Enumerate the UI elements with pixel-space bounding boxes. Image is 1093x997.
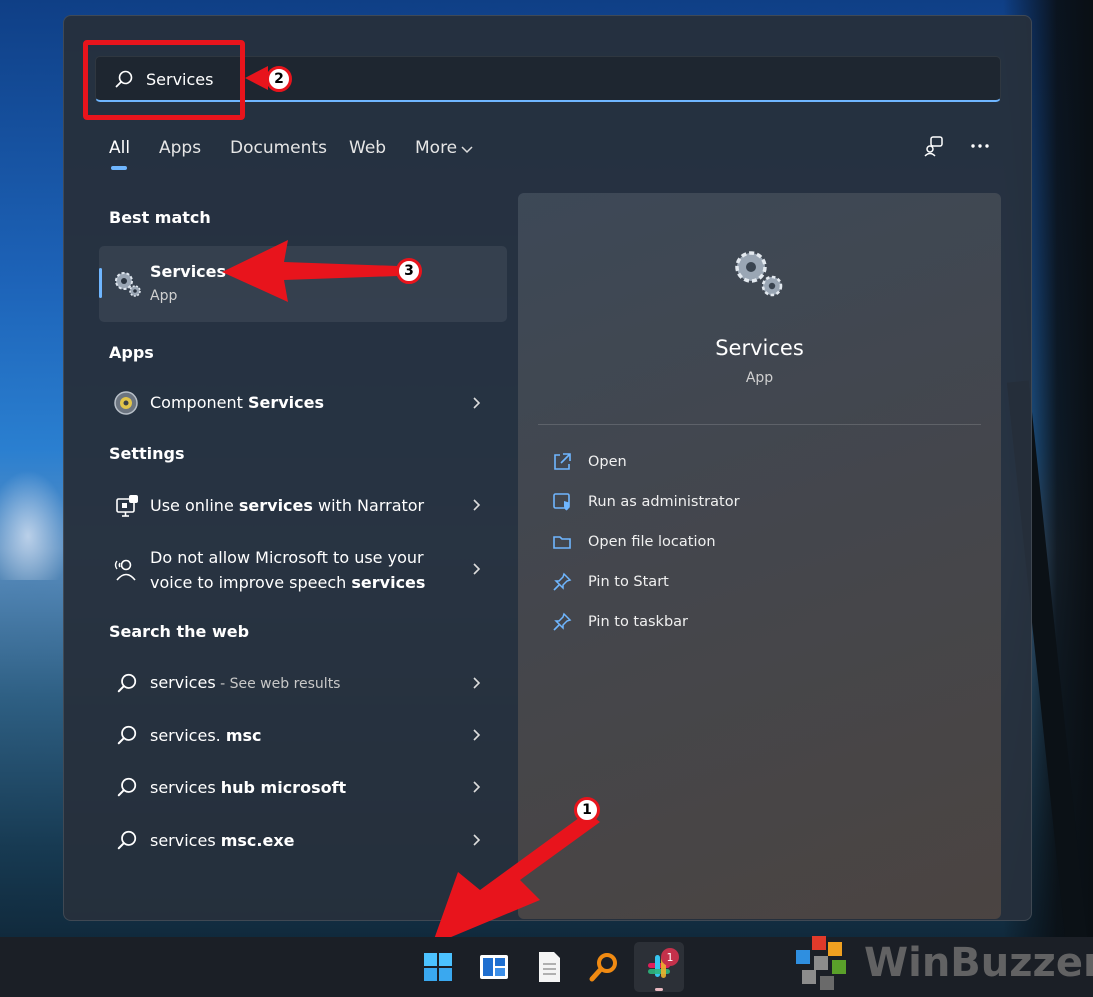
tab-web[interactable]: Web xyxy=(349,138,386,158)
tab-more[interactable]: More xyxy=(415,138,457,158)
chevron-right-icon[interactable] xyxy=(470,498,482,512)
best-match-heading: Best match xyxy=(109,208,211,227)
setting-text: voice to improve speech xyxy=(150,573,352,592)
speech-icon xyxy=(114,559,136,581)
annotation-callout-2: 2 xyxy=(266,66,292,92)
annotation-callout-1: 1 xyxy=(574,797,600,823)
tab-all[interactable]: All xyxy=(109,138,130,158)
annotation-callout-3: 3 xyxy=(396,258,422,284)
selection-accent xyxy=(99,268,102,298)
pin-icon xyxy=(553,612,572,631)
account-switch-icon[interactable] xyxy=(923,135,945,157)
setting-text-bold: services xyxy=(238,496,313,515)
tab-active-indicator xyxy=(111,166,127,170)
action-label: Open file location xyxy=(588,534,716,550)
action-run-as-admin[interactable]: Run as administrator xyxy=(552,490,740,514)
narrator-icon xyxy=(116,495,138,517)
web-query-bold: msc xyxy=(225,726,262,745)
web-query-bold: hub microsoft xyxy=(220,778,347,797)
setting-text-bold: services xyxy=(351,573,426,592)
action-label: Pin to taskbar xyxy=(588,614,688,630)
winbuzzer-watermark: WinBuzzer xyxy=(864,940,1093,986)
search-input[interactable] xyxy=(146,65,846,93)
magnifier-app-icon[interactable] xyxy=(587,950,621,984)
app-item-bold: Services xyxy=(247,393,325,412)
web-query: services. xyxy=(150,726,226,745)
running-indicator xyxy=(655,988,663,991)
action-pin-to-taskbar[interactable]: Pin to taskbar xyxy=(552,610,688,634)
chevron-down-icon[interactable] xyxy=(460,144,474,154)
services-gear-icon xyxy=(115,272,141,297)
component-services-icon xyxy=(114,391,138,415)
web-query: services xyxy=(150,831,221,850)
web-query-bold: msc.exe xyxy=(220,831,295,850)
best-match-subtitle: App xyxy=(150,288,178,304)
action-pin-to-start[interactable]: Pin to Start xyxy=(552,570,669,594)
web-query: services xyxy=(150,778,221,797)
notification-badge: 1 xyxy=(661,948,679,966)
apps-heading: Apps xyxy=(109,343,154,362)
app-item-prefix: Component xyxy=(150,393,248,412)
chevron-right-icon[interactable] xyxy=(470,676,482,690)
annotation-highlight-box xyxy=(83,40,245,120)
preview-title: Services xyxy=(715,336,804,360)
tab-documents[interactable]: Documents xyxy=(230,138,327,158)
folder-icon xyxy=(553,536,571,549)
chevron-right-icon[interactable] xyxy=(470,780,482,794)
chevron-right-icon[interactable] xyxy=(470,396,482,410)
setting-text: Do not allow Microsoft to use your xyxy=(150,548,424,567)
winbuzzer-logo-icon xyxy=(796,936,846,990)
best-match-card[interactable] xyxy=(99,246,507,322)
shield-icon xyxy=(553,493,570,511)
tab-apps[interactable]: Apps xyxy=(159,138,201,158)
widgets-icon[interactable] xyxy=(477,950,511,984)
services-gear-icon xyxy=(735,251,783,297)
search-icon xyxy=(117,777,137,797)
ellipsis-icon[interactable] xyxy=(969,135,991,157)
setting-text: with Narrator xyxy=(312,496,425,515)
setting-text: Use online xyxy=(150,496,239,515)
preview-subtitle: App xyxy=(745,370,774,386)
search-icon xyxy=(117,673,137,693)
notepad-icon[interactable] xyxy=(532,950,566,984)
windows-start-icon[interactable] xyxy=(421,950,455,984)
desktop-cloud xyxy=(0,470,70,580)
search-icon xyxy=(117,725,137,745)
action-open-file-location[interactable]: Open file location xyxy=(552,530,716,554)
action-open[interactable]: Open xyxy=(552,450,627,474)
chevron-right-icon[interactable] xyxy=(470,728,482,742)
pin-icon xyxy=(553,572,572,591)
action-label: Open xyxy=(588,454,627,470)
settings-heading: Settings xyxy=(109,444,185,463)
search-icon xyxy=(117,830,137,850)
chevron-right-icon[interactable] xyxy=(470,833,482,847)
action-label: Run as administrator xyxy=(588,494,740,510)
open-external-icon xyxy=(554,453,571,470)
preview-divider xyxy=(538,424,981,425)
best-match-title: Services xyxy=(150,262,227,281)
search-web-heading: Search the web xyxy=(109,622,250,641)
web-results-hint: - See web results xyxy=(215,676,341,692)
action-label: Pin to Start xyxy=(588,574,669,590)
web-query: services xyxy=(150,673,216,692)
chevron-right-icon[interactable] xyxy=(470,562,482,576)
